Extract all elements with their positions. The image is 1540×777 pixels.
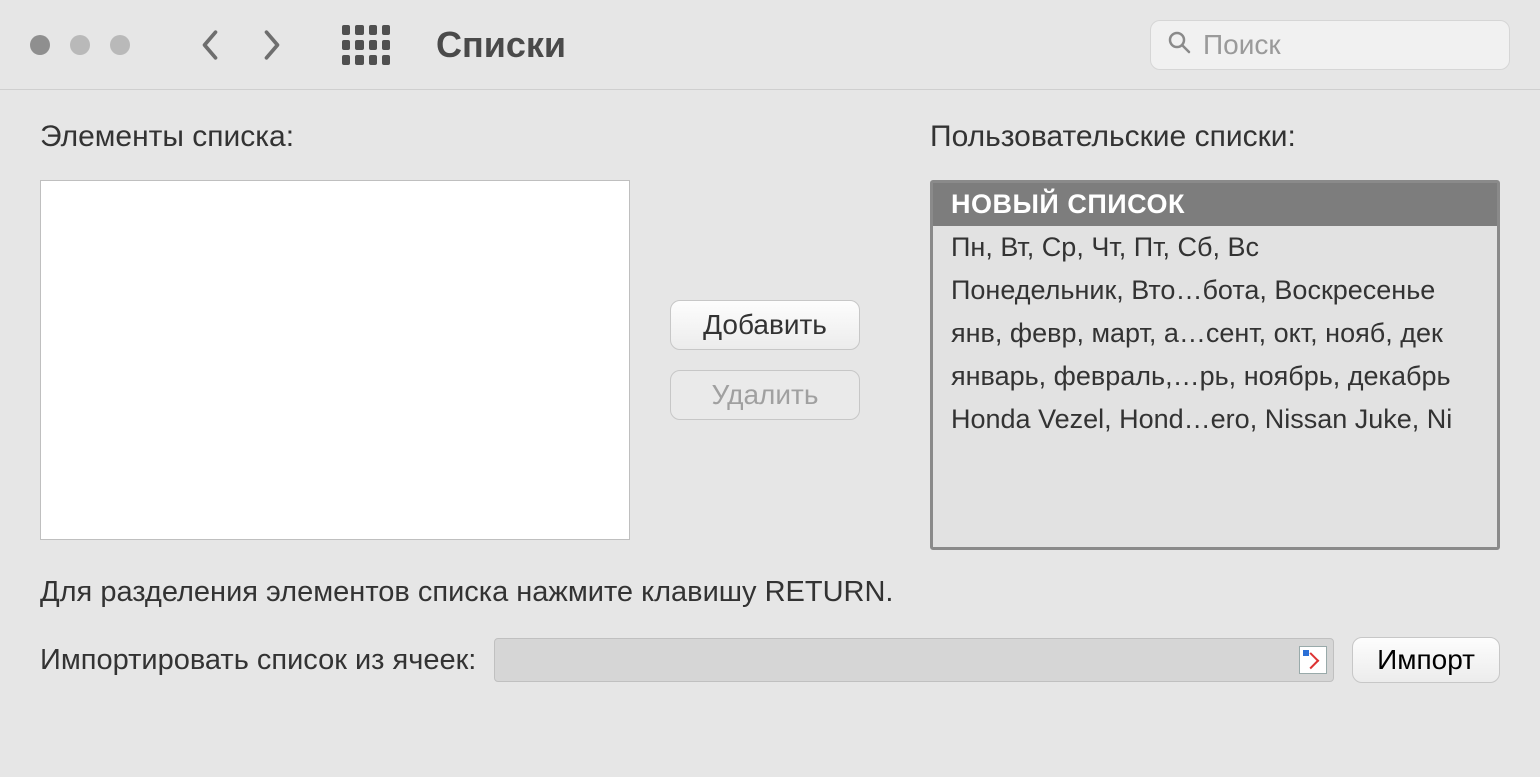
import-button[interactable]: Импорт [1352,637,1500,683]
custom-lists-listbox[interactable]: НОВЫЙ СПИСОКПн, Вт, Ср, Чт, Пт, Сб, ВсПо… [930,180,1500,550]
delete-button: Удалить [670,370,860,420]
custom-list-row[interactable]: Honda Vezel, Hond…ero, Nissan Juke, Ni [933,398,1497,441]
search-input[interactable] [1203,29,1493,61]
zoom-window-button[interactable] [110,35,130,55]
add-button[interactable]: Добавить [670,300,860,350]
list-elements-label: Элементы списка: [40,120,900,154]
back-button[interactable] [188,23,232,67]
custom-lists-label: Пользовательские списки: [930,120,1500,154]
window-controls [30,35,130,55]
search-field-wrap[interactable] [1150,20,1510,70]
minimize-window-button[interactable] [70,35,90,55]
list-elements-textarea[interactable] [40,180,630,540]
chevron-left-icon [199,27,221,63]
custom-list-row[interactable]: январь, февраль,…рь, ноябрь, декабрь [933,355,1497,398]
window-title: Списки [436,24,566,66]
custom-list-row[interactable]: Понедельник, Вто…бота, Воскресенье [933,269,1497,312]
content-area: Элементы списка: Пользовательские списки… [0,90,1540,703]
import-from-cells-label: Импортировать список из ячеек: [40,644,476,677]
hint-text: Для разделения элементов списка нажмите … [40,576,1500,609]
forward-button[interactable] [250,23,294,67]
show-all-icon[interactable] [342,25,390,65]
close-window-button[interactable] [30,35,50,55]
chevron-right-icon [261,27,283,63]
search-icon [1167,30,1191,59]
import-range-field[interactable] [494,638,1334,682]
toolbar: Списки [0,0,1540,90]
custom-list-row[interactable]: Пн, Вт, Ср, Чт, Пт, Сб, Вс [933,226,1497,269]
range-picker-icon[interactable] [1299,646,1327,674]
custom-list-row[interactable]: янв, февр, март, а…сент, окт, нояб, дек [933,312,1497,355]
custom-list-row[interactable]: НОВЫЙ СПИСОК [933,183,1497,226]
